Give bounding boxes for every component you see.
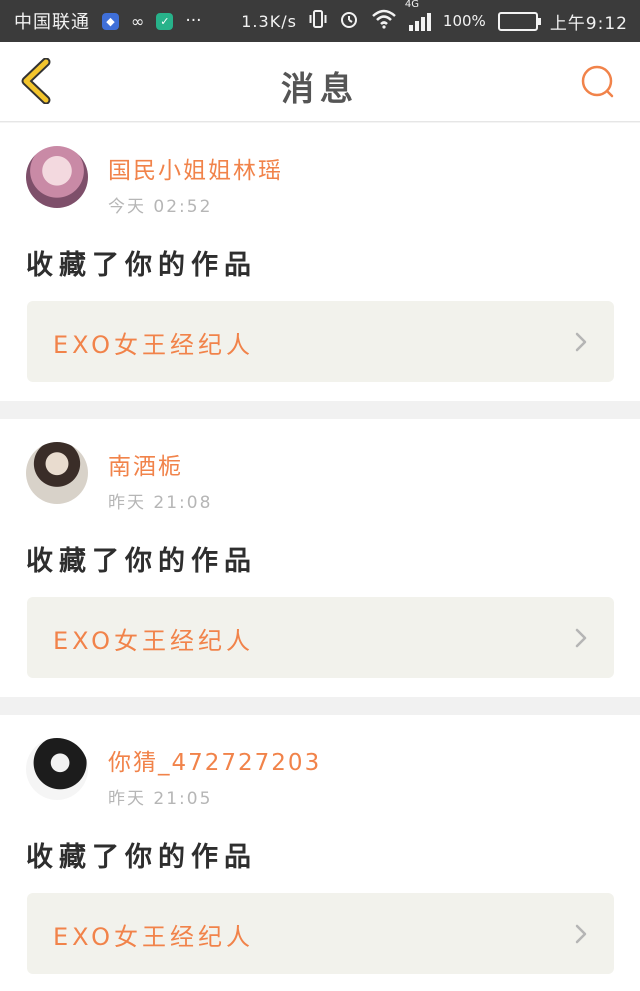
chevron-right-icon: [575, 924, 587, 944]
security-icon: ✓: [156, 12, 174, 30]
signal-bars: [408, 11, 431, 31]
net-speed: 1.3K/s: [241, 11, 297, 31]
message-item: 南酒栀 昨天 21:08 收藏了你的作品 EXO女王经纪人: [0, 419, 640, 697]
shield-icon: ◆: [102, 12, 119, 30]
username[interactable]: 国民小姐姐林瑶: [108, 151, 283, 185]
battery-icon: [497, 11, 541, 31]
wifi-icon: [371, 9, 397, 34]
chevron-right-icon: [575, 332, 587, 352]
page-title: 消息: [281, 69, 359, 108]
alarm-icon: [339, 9, 359, 34]
status-bar-left: 中国联通 ◆ ∞ ✓ ···: [14, 8, 202, 34]
divider: [0, 401, 640, 419]
chevron-right-icon: [575, 628, 587, 648]
network-type: 4G: [404, 0, 420, 10]
avatar[interactable]: [26, 442, 88, 504]
timestamp: 今天 02:52: [108, 197, 213, 217]
link-icon: ∞: [131, 11, 145, 31]
action-text: 收藏了你的作品: [26, 250, 257, 281]
cellular-signal-icon: 4G: [405, 0, 431, 31]
carrier-name: 中国联通: [14, 12, 90, 33]
message-item: 国民小姐姐林瑶 今天 02:52 收藏了你的作品 EXO女王经纪人: [0, 123, 640, 401]
message-list: 国民小姐姐林瑶 今天 02:52 收藏了你的作品 EXO女王经纪人 南酒栀 昨天…: [0, 123, 640, 991]
search-button[interactable]: [576, 60, 620, 104]
avatar[interactable]: [26, 738, 88, 800]
work-title: EXO女王经纪人: [53, 627, 254, 655]
nav-bar: 消息: [0, 42, 640, 122]
action-text: 收藏了你的作品: [26, 546, 257, 577]
work-link[interactable]: EXO女王经纪人: [27, 597, 614, 678]
status-bar-right: 1.3K/s 4G 100% 上午9:12: [241, 0, 628, 34]
action-text: 收藏了你的作品: [26, 842, 257, 873]
work-link[interactable]: EXO女王经纪人: [27, 301, 614, 382]
more-notifications-icon: ···: [185, 11, 202, 31]
divider: [0, 697, 640, 715]
message-item: 你猜_472727203 昨天 21:05 收藏了你的作品 EXO女王经纪人: [0, 715, 640, 991]
vibrate-icon: [309, 9, 327, 34]
search-icon: [581, 65, 614, 98]
username[interactable]: 南酒栀: [108, 447, 183, 481]
work-title: EXO女王经纪人: [53, 331, 254, 359]
status-bar: 中国联通 ◆ ∞ ✓ ··· 1.3K/s 4G 100% 上午9:12: [0, 0, 640, 42]
username[interactable]: 你猜_472727203: [108, 743, 321, 777]
timestamp: 昨天 21:05: [108, 789, 213, 809]
clock: 上午9:12: [549, 13, 628, 34]
timestamp: 昨天 21:08: [108, 493, 213, 513]
avatar[interactable]: [26, 146, 88, 208]
work-link[interactable]: EXO女王经纪人: [27, 893, 614, 974]
battery-percent: 100%: [442, 12, 486, 30]
work-title: EXO女王经纪人: [53, 923, 254, 951]
